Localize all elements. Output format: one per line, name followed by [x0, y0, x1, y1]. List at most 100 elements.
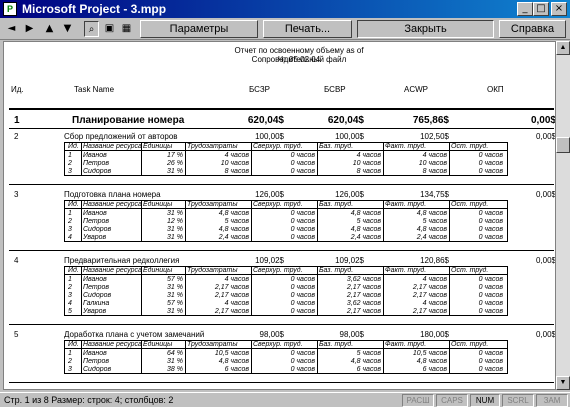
- resource-cell: 4 часов: [422, 152, 447, 159]
- task-name: Предварительная редколлегия: [64, 256, 180, 265]
- resource-cell: 2,4 часов: [350, 234, 381, 241]
- close-icon[interactable]: ×: [551, 2, 567, 16]
- up-page-icon[interactable]: ▲: [42, 21, 57, 37]
- resource-cell: 2,17 часов: [412, 308, 447, 315]
- col-header-id: Ид.: [11, 85, 24, 94]
- resource-header-cell: Ид.: [68, 341, 79, 348]
- resource-cell: 0 часов: [478, 226, 503, 233]
- resource-cell: 0 часов: [290, 292, 315, 299]
- task-id: 2: [14, 132, 19, 141]
- task-acwp: 128,75$: [389, 388, 449, 389]
- resource-cell: 2: [68, 160, 72, 167]
- resource-header-cell: Сверхур. труд.: [253, 143, 303, 150]
- scroll-thumb[interactable]: [556, 137, 570, 153]
- resource-table-divider: [81, 341, 82, 373]
- status-ovr: ЗАМ: [536, 394, 568, 407]
- project-app-icon[interactable]: P: [3, 2, 17, 16]
- scroll-up-icon[interactable]: ▲: [556, 41, 570, 55]
- resource-table-divider: [185, 143, 186, 175]
- resource-row: 4 Галкина 57 % 4 часов 0 часов 3,62 часов 4 ча…: [65, 300, 507, 308]
- resource-cell: Петров: [83, 160, 110, 167]
- resource-cell: 0 часов: [478, 234, 503, 241]
- resource-table: Ид. Название ресурса Единицы Трудозатраты Св…: [64, 266, 508, 316]
- resource-cell: 31 %: [167, 234, 183, 241]
- task-separator: [9, 250, 554, 251]
- resource-cell: 3,62 часов: [346, 276, 381, 283]
- resource-cell: 8 часов: [422, 168, 447, 175]
- task-separator: [9, 184, 554, 185]
- resource-cell: 0 часов: [478, 300, 503, 307]
- resource-cell: 0 часов: [290, 284, 315, 291]
- resource-header-cell: Факт. труд.: [385, 143, 427, 150]
- resource-cell: 0 часов: [478, 292, 503, 299]
- resource-cell: 0 часов: [290, 210, 315, 217]
- multi-page-icon[interactable]: ▦: [119, 21, 134, 37]
- scroll-down-icon[interactable]: ▼: [556, 376, 570, 390]
- resource-cell: Сидоров: [83, 366, 112, 373]
- resource-table-divider: [185, 341, 186, 373]
- close-button[interactable]: Закрыть: [357, 20, 494, 38]
- resource-cell: Галкина: [83, 300, 110, 307]
- resource-cell: Иванов: [83, 276, 107, 283]
- first-page-icon[interactable]: ◄: [4, 21, 19, 37]
- resource-cell: 4,8 часов: [416, 210, 447, 217]
- one-page-icon[interactable]: ▣: [102, 21, 117, 37]
- resource-table-divider: [251, 341, 252, 373]
- resource-cell: 2: [68, 284, 72, 291]
- page-setup-button[interactable]: Параметры страницы...: [140, 20, 258, 51]
- status-num: NUM: [470, 394, 500, 407]
- resource-cell: 31 %: [167, 168, 183, 175]
- resource-cell: 17 %: [167, 152, 183, 159]
- resource-cell: 26 %: [167, 160, 183, 167]
- task-id: 4: [14, 256, 19, 265]
- vertical-scrollbar[interactable]: ▲ ▼: [556, 41, 570, 390]
- resource-row: 5 Уваров 31 % 2,17 часов 0 часов 2,17 часов 2,…: [65, 308, 507, 316]
- task-bcws: 109,02$: [255, 256, 284, 265]
- next-page-icon[interactable]: ▼: [60, 21, 75, 37]
- resource-header-cell: Ид.: [68, 143, 79, 150]
- resource-cell: 4,8 часов: [218, 226, 249, 233]
- resource-table-header: Ид. Название ресурса Единицы Трудозатраты Св…: [65, 341, 507, 349]
- report-subtitle: Сопроводительный файл: [251, 55, 347, 64]
- zoom-icon[interactable]: ⌕: [84, 21, 99, 37]
- task-bcwp: 126,00$: [335, 190, 364, 199]
- resource-table: Ид. Название ресурса Единицы Трудозатраты Св…: [64, 340, 508, 374]
- print-button[interactable]: Печать...: [263, 20, 352, 38]
- resource-cell: 57 %: [167, 300, 183, 307]
- resource-cell: 0 часов: [290, 152, 315, 159]
- resource-header-cell: Ост. труд.: [451, 267, 489, 274]
- task-name: Редколлегия: [64, 388, 111, 389]
- resource-cell: 4 часов: [224, 276, 249, 283]
- resource-cell: Петров: [83, 284, 110, 291]
- resource-cell: 5 часов: [422, 218, 447, 225]
- maximize-icon[interactable]: □: [533, 2, 549, 16]
- col-header-bcws: БСЗР: [249, 85, 271, 94]
- resource-header-cell: Баз. труд.: [319, 341, 354, 348]
- resource-table-divider: [185, 201, 186, 241]
- resource-cell: 4 часов: [224, 300, 249, 307]
- status-text: Стр. 1 из 8 Размер: строк: 4; столбцов: …: [4, 395, 174, 405]
- task-id: 6: [14, 388, 18, 389]
- resource-cell: 4 часов: [224, 152, 249, 159]
- resource-cell: 4,8 часов: [350, 210, 381, 217]
- resource-cell: 2,17 часов: [346, 284, 381, 291]
- task-bcwp: 109,02$: [304, 388, 364, 389]
- task-separator: [9, 324, 554, 325]
- summary-name: Планирование номера: [72, 115, 185, 126]
- resource-cell: 4,8 часов: [350, 358, 381, 365]
- resource-table-divider: [81, 143, 82, 175]
- summary-id: 1: [14, 115, 20, 126]
- resource-table-header: Ид. Название ресурса Единицы Трудозатраты Св…: [65, 143, 507, 151]
- resource-cell: Уваров: [83, 234, 107, 241]
- resource-table-divider: [449, 267, 450, 315]
- help-button[interactable]: Справка: [499, 20, 566, 38]
- prev-page-icon[interactable]: ▶: [22, 21, 37, 37]
- status-bar: Стр. 1 из 8 Размер: строк: 4; столбцов: …: [0, 392, 570, 407]
- resource-cell: 2,17 часов: [412, 284, 447, 291]
- resource-cell: 0 часов: [290, 366, 315, 373]
- resource-header-cell: Трудозатраты: [187, 341, 238, 348]
- resource-cell: 6 часов: [422, 366, 447, 373]
- minimize-icon[interactable]: _: [517, 2, 533, 16]
- resource-cell: 0 часов: [290, 234, 315, 241]
- resource-cell: 0 часов: [478, 284, 503, 291]
